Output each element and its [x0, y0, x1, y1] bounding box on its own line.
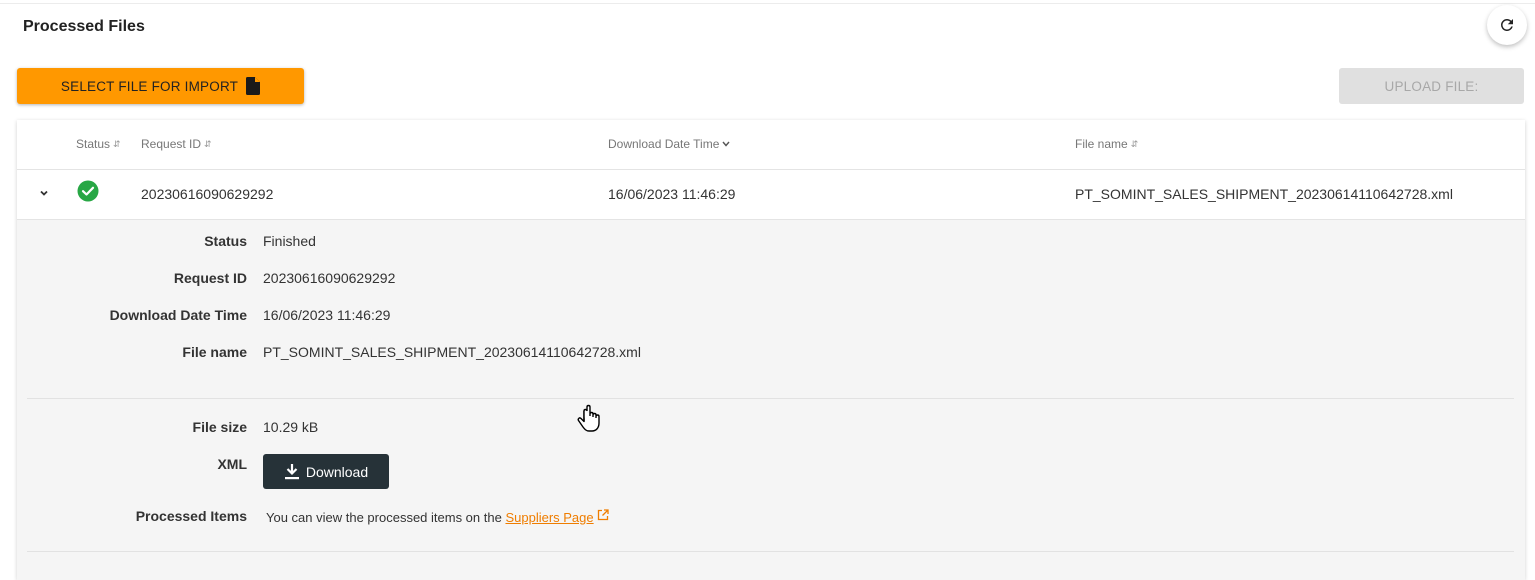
- download-button[interactable]: Download: [263, 454, 389, 489]
- select-file-button[interactable]: SELECT FILE FOR IMPORT: [17, 68, 304, 104]
- check-circle-icon: [77, 180, 99, 202]
- column-header-request-id[interactable]: Request ID ⇵: [141, 137, 212, 151]
- column-header-label: Request ID: [141, 137, 202, 151]
- detail-file-name-value: PT_SOMINT_SALES_SHIPMENT_202306141106427…: [263, 344, 641, 360]
- detail-status-value: Finished: [263, 233, 316, 249]
- sort-icon: ⇵: [113, 138, 121, 149]
- file-icon: [246, 77, 261, 95]
- file-name-cell: PT_SOMINT_SALES_SHIPMENT_202306141106427…: [1075, 186, 1453, 202]
- detail-download-date-value: 16/06/2023 11:46:29: [263, 307, 391, 323]
- upload-file-label: UPLOAD FILE:: [1384, 78, 1479, 94]
- table-header: Status ⇵ Request ID ⇵ Download Date Time…: [17, 120, 1525, 170]
- column-header-label: Download Date Time: [608, 137, 720, 151]
- table-row[interactable]: 20230616090629292 16/06/2023 11:46:29 PT…: [17, 170, 1525, 220]
- external-link-icon[interactable]: [597, 509, 609, 521]
- processed-files-table: Status ⇵ Request ID ⇵ Download Date Time…: [17, 120, 1525, 580]
- column-header-label: File name: [1075, 137, 1128, 151]
- refresh-button[interactable]: [1487, 5, 1527, 45]
- page-title: Processed Files: [23, 18, 145, 35]
- request-id-cell: 20230616090629292: [141, 186, 274, 202]
- download-button-label: Download: [305, 463, 369, 480]
- detail-download-date-label: Download Date Time: [109, 307, 247, 323]
- detail-file-name-label: File name: [182, 344, 247, 360]
- sort-descending-icon: [722, 141, 730, 147]
- top-divider: [0, 0, 1535, 4]
- column-header-file-name[interactable]: File name ⇵: [1075, 137, 1138, 151]
- refresh-icon: [1500, 18, 1513, 31]
- detail-processed-items-label: Processed Items: [135, 508, 247, 524]
- detail-file-size-value: 10.29 kB: [263, 419, 319, 435]
- detail-divider: [27, 551, 1514, 552]
- processed-items-text: You can view the processed items on the …: [266, 509, 609, 525]
- detail-request-id-label: Request ID: [173, 270, 247, 286]
- detail-status-label: Status: [204, 233, 247, 249]
- detail-file-size-label: File size: [192, 419, 247, 435]
- download-date-cell: 16/06/2023 11:46:29: [608, 186, 736, 202]
- column-header-label: Status: [76, 137, 111, 151]
- column-header-status[interactable]: Status ⇵: [76, 137, 121, 151]
- suppliers-page-link[interactable]: Suppliers Page: [505, 510, 593, 525]
- sort-icon: ⇵: [1130, 138, 1139, 149]
- hand-cursor-icon: [577, 404, 600, 432]
- select-file-label: SELECT FILE FOR IMPORT: [60, 78, 239, 94]
- row-detail-panel: Status Finished Request ID 2023061609062…: [17, 220, 1525, 580]
- chevron-down-icon[interactable]: [37, 186, 51, 200]
- upload-file-button[interactable]: UPLOAD FILE:: [1339, 68, 1524, 104]
- column-header-download-date-time[interactable]: Download Date Time: [608, 137, 730, 151]
- detail-divider: [27, 398, 1514, 399]
- processed-items-message: You can view the processed items on the: [266, 510, 502, 525]
- sort-icon: ⇵: [204, 138, 212, 149]
- suppliers-page-link-label: Suppliers Page: [505, 510, 594, 525]
- download-icon: [284, 464, 299, 480]
- detail-xml-label: XML: [217, 456, 247, 472]
- detail-request-id-value: 20230616090629292: [263, 270, 396, 286]
